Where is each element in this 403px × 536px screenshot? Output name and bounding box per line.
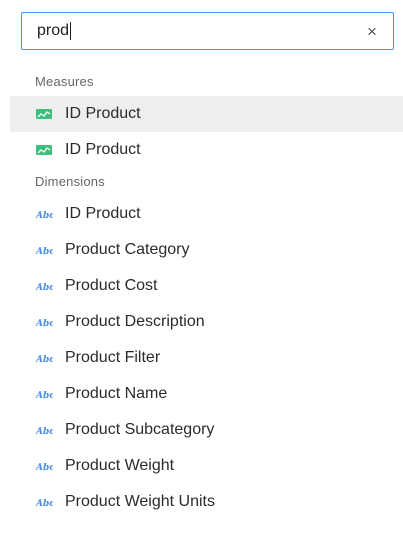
dimension-item-label: ID Product (65, 205, 141, 222)
measure-icon (35, 108, 53, 120)
dimension-item[interactable]: Abc Product Cost (10, 268, 403, 304)
text-dimension-icon: Abc (35, 280, 53, 292)
measure-item[interactable]: ID Product (10, 132, 403, 168)
dimension-icon-glyph: Abc (35, 355, 53, 364)
dimension-item[interactable]: Abc Product Category (10, 232, 403, 268)
text-dimension-icon: Abc (35, 244, 53, 256)
dimension-item[interactable]: Abc Product Subcategory (10, 412, 403, 448)
search-results: Measures ID Product ID Product Dimension… (10, 68, 403, 520)
dimension-icon-glyph: Abc (35, 247, 53, 256)
dimension-item-label: Product Cost (65, 277, 158, 294)
dimension-icon-glyph: Abc (35, 427, 53, 436)
text-dimension-icon: Abc (35, 460, 53, 472)
dimension-icon-glyph: Abc (35, 319, 53, 328)
dimension-item-label: Product Subcategory (65, 421, 215, 438)
measure-item[interactable]: ID Product (10, 96, 403, 132)
search-input[interactable]: prod (37, 19, 363, 43)
dimension-icon-glyph: Abc (35, 499, 53, 508)
dimension-item-label: Product Description (65, 313, 205, 330)
dimension-item-label: Product Weight (65, 457, 175, 474)
measure-icon (35, 144, 53, 156)
dimension-icon-glyph: Abc (35, 211, 53, 220)
dimension-item[interactable]: Abc Product Description (10, 304, 403, 340)
search-box[interactable]: prod × (21, 12, 394, 50)
search-input-value: prod (37, 22, 70, 39)
text-dimension-icon: Abc (35, 352, 53, 364)
dimension-item-label: Product Filter (65, 349, 161, 366)
dimension-item[interactable]: Abc Product Name (10, 376, 403, 412)
dimension-icon-glyph: Abc (35, 463, 53, 472)
dimension-item[interactable]: Abc Product Weight Units (10, 484, 403, 520)
dimension-item[interactable]: Abc Product Filter (10, 340, 403, 376)
dimension-item[interactable]: Abc Product Weight (10, 448, 403, 484)
dimension-item-label: Product Weight Units (65, 493, 215, 510)
clear-search-button[interactable]: × (363, 22, 381, 40)
measure-item-label: ID Product (65, 105, 141, 122)
section-heading-measures: Measures (35, 74, 94, 89)
text-dimension-icon: Abc (35, 388, 53, 400)
section-heading-dimensions: Dimensions (35, 174, 105, 189)
measure-item-label: ID Product (65, 141, 141, 158)
text-dimension-icon: Abc (35, 316, 53, 328)
dimension-item-label: Product Category (65, 241, 190, 258)
dimension-icon-glyph: Abc (35, 391, 53, 400)
text-dimension-icon: Abc (35, 208, 53, 220)
dimension-icon-glyph: Abc (35, 283, 53, 292)
text-dimension-icon: Abc (35, 496, 53, 508)
dimension-item-label: Product Name (65, 385, 168, 402)
text-dimension-icon: Abc (35, 424, 53, 436)
close-icon: × (367, 21, 377, 41)
text-caret (70, 21, 72, 40)
dimension-item[interactable]: Abc ID Product (10, 196, 403, 232)
